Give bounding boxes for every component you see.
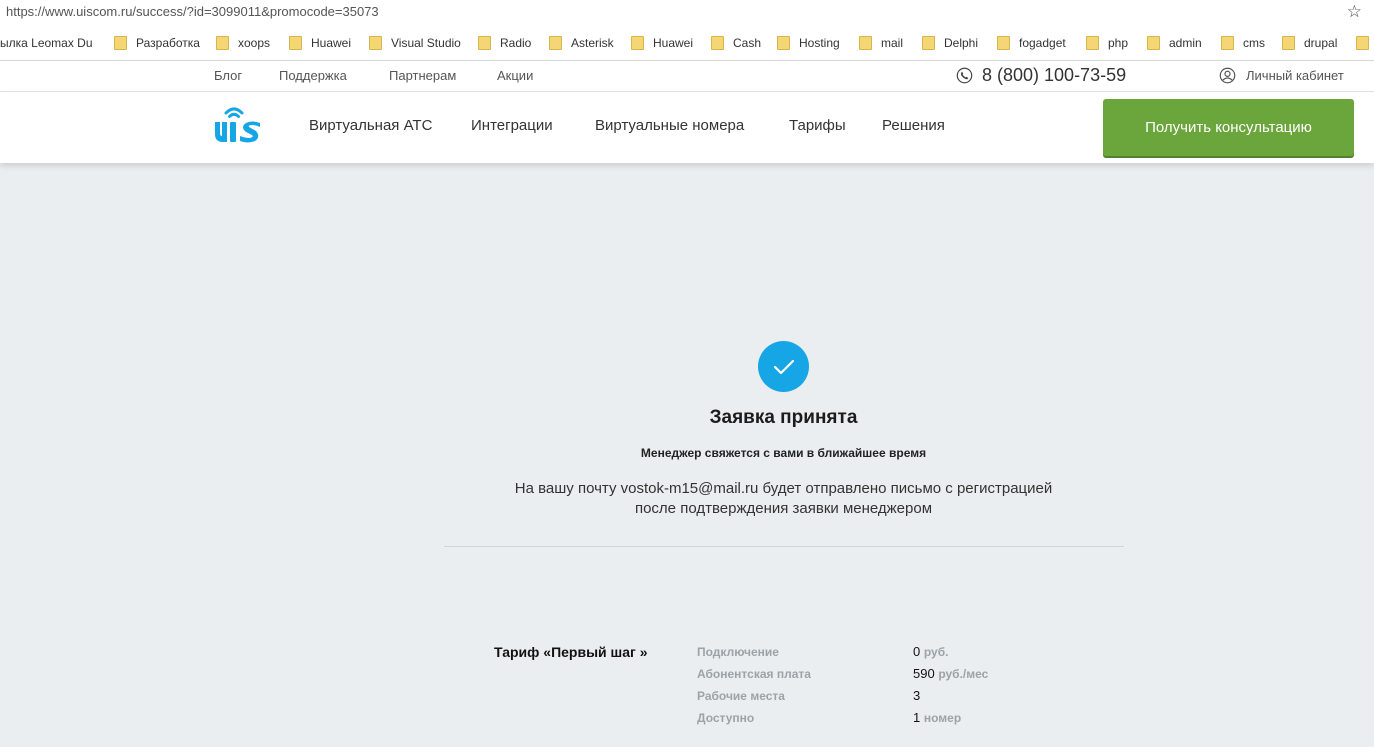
nav-virtual-numbers[interactable]: Виртуальные номера bbox=[595, 117, 744, 134]
folder-icon bbox=[114, 36, 127, 50]
folder-icon bbox=[1221, 36, 1234, 50]
description-line: после подтверждения заявки менеджером bbox=[634, 500, 933, 517]
nav-integrations[interactable]: Интеграции bbox=[471, 117, 553, 134]
description-line: На вашу почту vostok-m15@mail.ru будет о… bbox=[514, 480, 1053, 497]
folder-icon bbox=[549, 36, 562, 50]
user-icon bbox=[1219, 67, 1236, 84]
main-navigation: Виртуальная АТС Интеграции Виртуальные н… bbox=[0, 92, 1374, 163]
folder-icon bbox=[1282, 36, 1295, 50]
link-blog[interactable]: Блог bbox=[214, 68, 242, 83]
url-text[interactable]: https://www.uiscom.ru/success/?id=309901… bbox=[6, 4, 379, 19]
bookmark-item[interactable]: cms bbox=[1221, 36, 1265, 50]
uis-logo[interactable] bbox=[212, 102, 262, 144]
bookmark-item[interactable]: Asterisk bbox=[549, 36, 614, 50]
folder-icon bbox=[859, 36, 872, 50]
folder-icon bbox=[922, 36, 935, 50]
success-check-icon bbox=[758, 341, 809, 392]
success-description: На вашу почту vostok-m15@mail.ru будет о… bbox=[0, 479, 1374, 519]
tariff-row-label: Доступно bbox=[697, 711, 755, 725]
phone-number: 8 (800) 100-73-59 bbox=[982, 65, 1127, 85]
folder-icon bbox=[777, 36, 790, 50]
nav-virtual-pbx[interactable]: Виртуальная АТС bbox=[309, 117, 432, 134]
bookmark-item[interactable]: drupal bbox=[1282, 36, 1337, 50]
link-partners[interactable]: Партнерам bbox=[389, 68, 456, 83]
cabinet-label: Личный кабинет bbox=[1246, 68, 1344, 83]
bookmark-star-icon[interactable]: ☆ bbox=[1347, 2, 1362, 22]
bookmark-item[interactable]: mail bbox=[859, 36, 903, 50]
nav-solutions[interactable]: Решения bbox=[882, 117, 945, 134]
success-subtitle: Менеджер свяжется с вами в ближайшее вре… bbox=[640, 446, 927, 460]
folder-icon bbox=[478, 36, 491, 50]
bookmark-item[interactable]: Radio bbox=[478, 36, 531, 50]
bookmark-item[interactable]: Visual Studio bbox=[369, 36, 461, 50]
top-links-bar: Блог Поддержка Партнерам Акции 8 (800) 1… bbox=[0, 61, 1374, 92]
tariff-row-value: 1 номер bbox=[913, 710, 962, 725]
tariff-row-value: 0 руб. bbox=[913, 644, 949, 659]
bookmark-item[interactable]: admin bbox=[1147, 36, 1202, 50]
section-divider bbox=[444, 546, 1124, 547]
link-promo[interactable]: Акции bbox=[497, 68, 533, 83]
link-support[interactable]: Поддержка bbox=[279, 68, 347, 83]
tariff-name: Тариф «Первый шаг » bbox=[494, 644, 648, 660]
bookmark-item[interactable]: Разработка bbox=[114, 36, 200, 50]
cabinet-link[interactable]: Личный кабинет bbox=[1219, 67, 1344, 84]
phone-icon bbox=[956, 67, 973, 84]
browser-address-bar[interactable]: https://www.uiscom.ru/success/?id=309901… bbox=[0, 0, 1374, 26]
bookmark-item[interactable]: ылка Leomax Du bbox=[0, 36, 93, 50]
tariff-row-label: Подключение bbox=[697, 645, 779, 659]
phone-link[interactable]: 8 (800) 100-73-59 bbox=[956, 65, 1126, 86]
get-consultation-button[interactable]: Получить консультацию bbox=[1103, 99, 1354, 156]
bookmark-item[interactable]: Huawei bbox=[631, 36, 693, 50]
tariff-row-value: 590 руб./мес bbox=[913, 666, 989, 681]
checkmark-icon bbox=[773, 359, 794, 374]
bookmark-item[interactable] bbox=[1356, 36, 1374, 50]
bookmark-item[interactable]: fogadget bbox=[997, 36, 1066, 50]
folder-icon bbox=[1147, 36, 1160, 50]
bookmark-item[interactable]: Huawei bbox=[289, 36, 351, 50]
bookmarks-bar: ылка Leomax Du Разработка xoops Huawei V… bbox=[0, 26, 1374, 61]
tariff-row-label: Абонентская плата bbox=[697, 667, 811, 681]
folder-icon bbox=[369, 36, 382, 50]
success-title: Заявка принята bbox=[709, 407, 858, 428]
folder-icon bbox=[1086, 36, 1099, 50]
folder-icon bbox=[216, 36, 229, 50]
bookmark-item[interactable]: xoops bbox=[216, 36, 270, 50]
folder-icon bbox=[289, 36, 302, 50]
folder-icon bbox=[997, 36, 1010, 50]
bookmark-item[interactable]: Hosting bbox=[777, 36, 840, 50]
folder-icon bbox=[631, 36, 644, 50]
nav-tariffs[interactable]: Тарифы bbox=[789, 117, 846, 134]
folder-icon bbox=[711, 36, 724, 50]
folder-icon bbox=[1356, 36, 1369, 50]
tariff-row-label: Рабочие места bbox=[697, 689, 785, 703]
tariff-row-value: 3 bbox=[913, 688, 921, 703]
bookmark-item[interactable]: Delphi bbox=[922, 36, 978, 50]
bookmark-item[interactable]: Cash bbox=[711, 36, 761, 50]
bookmark-item[interactable]: php bbox=[1086, 36, 1128, 50]
